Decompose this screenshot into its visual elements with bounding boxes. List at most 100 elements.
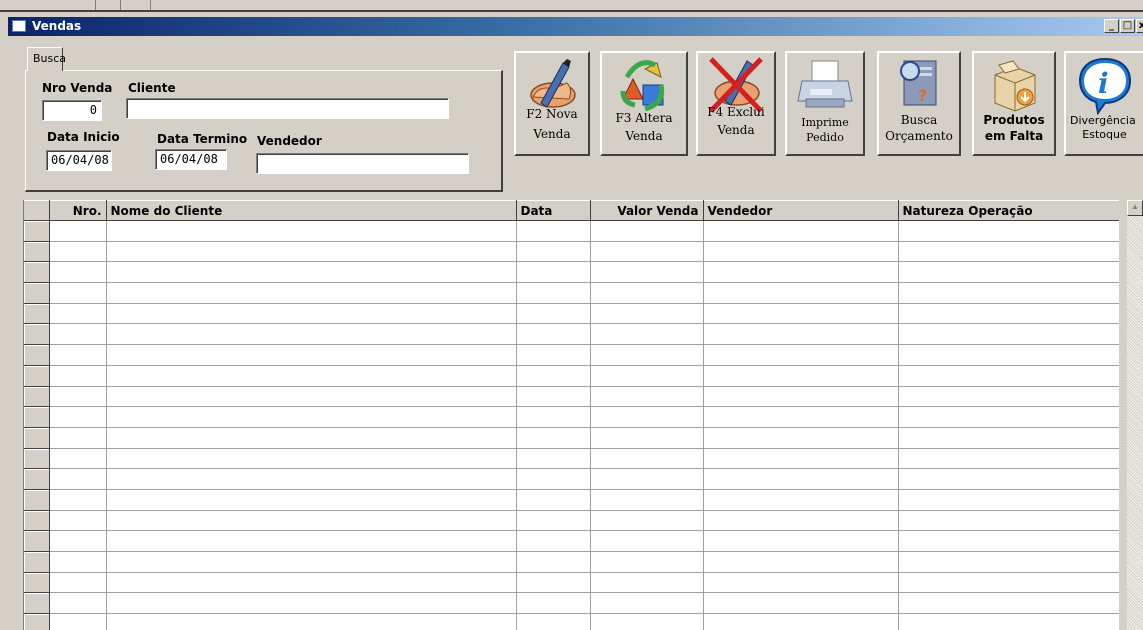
- table-cell[interactable]: [516, 448, 591, 470]
- table-row[interactable]: [24, 530, 1119, 552]
- table-row[interactable]: [24, 365, 1119, 387]
- table-cell[interactable]: [898, 406, 1119, 428]
- row-selector[interactable]: [24, 572, 50, 594]
- data-termino-input[interactable]: 06/04/08: [155, 149, 227, 170]
- table-cell[interactable]: [516, 365, 591, 387]
- table-cell[interactable]: [703, 551, 899, 573]
- table-cell[interactable]: [703, 406, 899, 428]
- table-row[interactable]: [24, 448, 1119, 470]
- table-cell[interactable]: [898, 261, 1119, 284]
- table-row[interactable]: [24, 613, 1119, 630]
- table-cell[interactable]: [898, 282, 1119, 304]
- table-cell[interactable]: [590, 344, 704, 366]
- table-cell[interactable]: [898, 303, 1119, 325]
- table-cell[interactable]: [703, 530, 899, 552]
- table-cell[interactable]: [106, 365, 517, 387]
- row-selector[interactable]: [24, 468, 50, 490]
- table-cell[interactable]: [898, 220, 1119, 242]
- row-selector[interactable]: [24, 592, 50, 615]
- table-cell[interactable]: [516, 489, 591, 511]
- table-cell[interactable]: [590, 323, 704, 346]
- row-selector[interactable]: [24, 510, 50, 532]
- table-cell[interactable]: [49, 489, 107, 511]
- table-cell[interactable]: [590, 303, 704, 325]
- table-cell[interactable]: [898, 530, 1119, 552]
- table-cell[interactable]: [106, 592, 517, 615]
- row-selector[interactable]: [24, 323, 50, 346]
- table-cell[interactable]: [49, 572, 107, 594]
- table-cell[interactable]: [516, 530, 591, 552]
- row-selector[interactable]: [24, 365, 50, 387]
- table-cell[interactable]: [590, 489, 704, 511]
- table-cell[interactable]: [106, 613, 517, 630]
- altera-venda-button[interactable]: F3 Altera Venda: [600, 51, 688, 156]
- table-cell[interactable]: [49, 613, 107, 630]
- table-cell[interactable]: [898, 551, 1119, 573]
- table-cell[interactable]: [898, 448, 1119, 470]
- busca-orcamento-button[interactable]: ? Busca Orçamento: [877, 51, 961, 156]
- table-row[interactable]: [24, 489, 1119, 511]
- vertical-scrollbar[interactable]: ▲: [1127, 200, 1143, 630]
- table-cell[interactable]: [106, 448, 517, 470]
- table-cell[interactable]: [590, 241, 704, 263]
- table-cell[interactable]: [49, 530, 107, 552]
- table-cell[interactable]: [590, 613, 704, 630]
- nro-venda-input[interactable]: 0: [42, 100, 102, 121]
- table-cell[interactable]: [49, 303, 107, 325]
- table-row[interactable]: [24, 468, 1119, 490]
- table-cell[interactable]: [590, 510, 704, 532]
- table-row[interactable]: [24, 551, 1119, 573]
- table-cell[interactable]: [703, 303, 899, 325]
- column-header-natureza-operacao[interactable]: Natureza Operação: [898, 200, 1119, 221]
- table-cell[interactable]: [703, 323, 899, 346]
- table-cell[interactable]: [516, 468, 591, 490]
- table-cell[interactable]: [106, 427, 517, 449]
- row-selector[interactable]: [24, 489, 50, 511]
- maximize-button[interactable]: □: [1120, 19, 1135, 33]
- row-selector[interactable]: [24, 241, 50, 263]
- nova-venda-button[interactable]: F2 Nova Venda: [514, 51, 590, 156]
- table-cell[interactable]: [590, 572, 704, 594]
- table-cell[interactable]: [106, 530, 517, 552]
- table-cell[interactable]: [106, 344, 517, 366]
- table-cell[interactable]: [898, 365, 1119, 387]
- table-row[interactable]: [24, 592, 1119, 615]
- table-row[interactable]: [24, 510, 1119, 532]
- table-cell[interactable]: [516, 551, 591, 573]
- table-cell[interactable]: [106, 468, 517, 490]
- table-cell[interactable]: [898, 386, 1119, 408]
- row-selector[interactable]: [24, 551, 50, 573]
- table-cell[interactable]: [898, 613, 1119, 630]
- row-selector[interactable]: [24, 448, 50, 470]
- table-cell[interactable]: [49, 592, 107, 615]
- table-cell[interactable]: [106, 323, 517, 346]
- table-cell[interactable]: [703, 386, 899, 408]
- table-cell[interactable]: [590, 282, 704, 304]
- table-cell[interactable]: [516, 323, 591, 346]
- table-cell[interactable]: [516, 592, 591, 615]
- row-selector[interactable]: [24, 427, 50, 449]
- table-cell[interactable]: [49, 323, 107, 346]
- table-cell[interactable]: [516, 427, 591, 449]
- table-cell[interactable]: [703, 220, 899, 242]
- table-row[interactable]: [24, 386, 1119, 408]
- table-cell[interactable]: [106, 406, 517, 428]
- table-cell[interactable]: [516, 282, 591, 304]
- table-cell[interactable]: [703, 468, 899, 490]
- table-cell[interactable]: [703, 572, 899, 594]
- table-cell[interactable]: [49, 220, 107, 242]
- table-cell[interactable]: [106, 303, 517, 325]
- table-cell[interactable]: [49, 427, 107, 449]
- table-row[interactable]: [24, 323, 1119, 346]
- table-row[interactable]: [24, 241, 1119, 263]
- divergencia-estoque-button[interactable]: i Divergência Estoque: [1064, 51, 1143, 156]
- table-cell[interactable]: [898, 489, 1119, 511]
- table-cell[interactable]: [590, 530, 704, 552]
- column-header-vendedor[interactable]: Vendedor: [703, 200, 899, 221]
- row-selector[interactable]: [24, 261, 50, 284]
- table-cell[interactable]: [106, 261, 517, 284]
- table-cell[interactable]: [703, 261, 899, 284]
- table-cell[interactable]: [516, 613, 591, 630]
- table-cell[interactable]: [898, 592, 1119, 615]
- table-cell[interactable]: [590, 468, 704, 490]
